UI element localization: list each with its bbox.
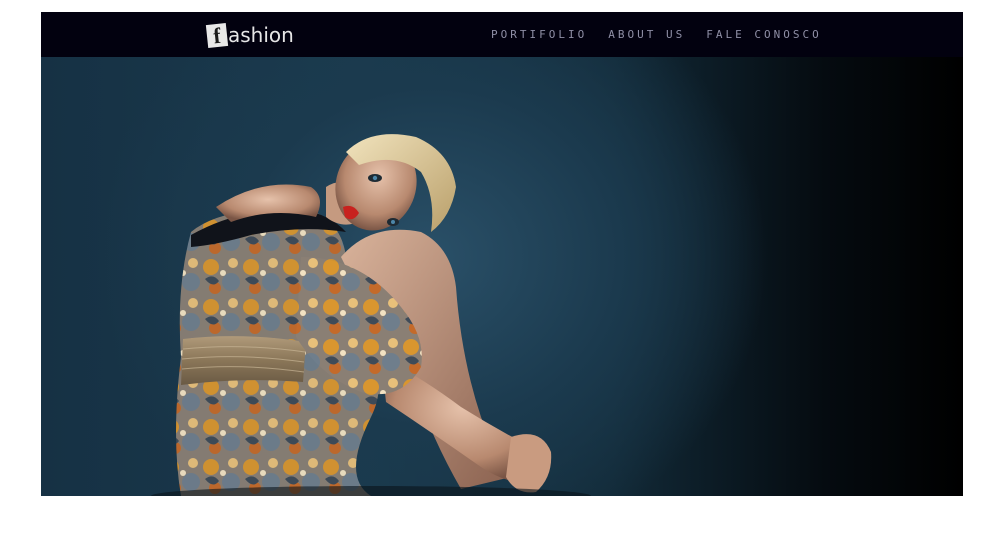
nav-link-portfolio[interactable]: PORTIFOLIO: [491, 28, 587, 41]
nav-link-about-us[interactable]: ABOUT US: [608, 28, 685, 41]
logo-badge-icon: f: [205, 22, 229, 48]
nav-link-contact[interactable]: FALE CONOSCO: [706, 28, 821, 41]
top-navigation-bar: f ashion PORTIFOLIO ABOUT US FALE CONOSC…: [41, 12, 963, 57]
brand-logo[interactable]: f ashion: [205, 22, 294, 48]
site-frame: f ashion PORTIFOLIO ABOUT US FALE CONOSC…: [41, 12, 963, 496]
main-nav: PORTIFOLIO ABOUT US FALE CONOSCO: [491, 12, 843, 57]
logo-text: ashion: [228, 23, 294, 47]
hero-banner: [41, 57, 963, 496]
hero-model-image: [151, 134, 591, 496]
